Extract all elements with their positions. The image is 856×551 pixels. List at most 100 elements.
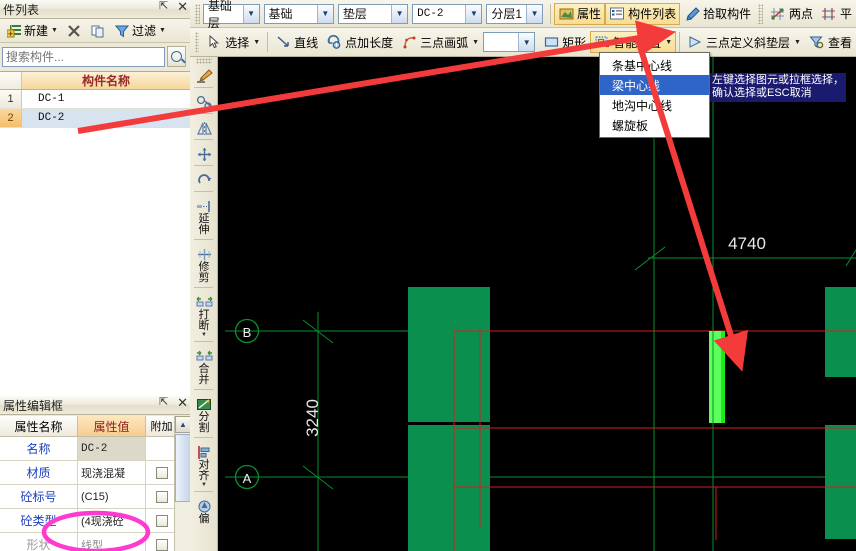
structure-select-value: 基础 [268,7,293,21]
property-row[interactable]: 形状 线型 [0,533,190,551]
application-window: 件列表 ✕ 新建 [0,0,856,551]
svg-text:A: A [243,471,252,486]
menu-item-beam-centerline[interactable]: 梁中心线 [600,75,709,95]
rectangle-tool[interactable]: 矩形 [539,31,590,53]
table-row[interactable]: 2 DC-2 [0,109,190,128]
chevron-down-icon[interactable]: ▼ [465,4,482,23]
chevron-down-icon[interactable]: ▼ [242,4,259,23]
property-value[interactable]: 线型 [78,533,146,551]
selected-beam-strip [709,331,725,423]
draw-mode-select[interactable]: ▼ [483,32,536,52]
component-select[interactable]: DC-2 ▼ [412,3,483,24]
menu-item-trench-centerline[interactable]: 地沟中心线 [600,95,709,115]
property-name: 名称 [0,437,78,460]
copy-component-button[interactable] [87,21,109,41]
menu-item-strip-footing-centerline[interactable]: 条基中心线 [600,55,709,75]
search-input[interactable] [2,46,165,67]
three-point-slope-button[interactable]: 三点定义斜垫层 ▼ [683,31,805,53]
separator [194,341,213,342]
drawing-canvas[interactable]: 4740 3240 B A [218,57,856,551]
property-value[interactable]: 现浇混凝 [78,461,146,484]
property-name: 形状 [0,533,78,551]
pick-component-button[interactable]: 拾取构件 [680,3,755,25]
checkbox[interactable] [155,538,168,551]
line-tool[interactable]: 直线 [271,31,322,53]
smart-layout-menu[interactable]: 条基中心线 梁中心线 地沟中心线 螺旋板 [599,52,710,138]
new-component-button[interactable]: 新建 ▼ [3,21,61,41]
cushion-select[interactable]: 垫层 ▼ [337,3,409,24]
component-list-button[interactable]: 构件列表 [605,2,681,25]
search-button[interactable] [167,46,186,67]
smart-layout-button[interactable]: 智能布置 ▼ [590,31,677,53]
break-label: 打断 [198,309,210,332]
smart-layout-icon [594,34,610,50]
structure-select[interactable]: 基础 ▼ [263,3,334,24]
chevron-up-icon[interactable]: ▲ [175,416,190,433]
close-icon[interactable]: ✕ [177,1,188,14]
property-grid-header: 属性名称 属性值 附加 [0,416,190,437]
drag-grip-icon[interactable] [195,32,200,52]
separator [267,32,269,52]
trim-tool[interactable]: 修剪 [190,243,217,284]
cursor-icon [206,34,222,50]
break-tool[interactable]: 打断 ▼ [190,291,217,338]
pick-component-label: 拾取构件 [703,7,752,21]
chevron-down-icon[interactable]: ▼ [201,482,207,488]
chevron-down-icon[interactable]: ▼ [665,39,672,46]
select-tool[interactable]: 选择 ▼ [202,31,264,53]
chevron-down-icon[interactable]: ▼ [794,39,801,46]
checkbox[interactable] [155,466,168,479]
filter-button[interactable]: 过滤 ▼ [111,21,169,41]
eyedropper-icon [684,6,700,22]
scrollbar-thumb[interactable] [175,434,190,502]
align-tool[interactable]: 对齐 ▼ [190,441,217,488]
property-row[interactable]: 材质 现浇混凝 [0,461,190,485]
property-row[interactable]: 砼标号 (C15) [0,485,190,509]
property-value[interactable]: DC-2 [78,437,146,460]
pin-icon[interactable] [159,0,172,14]
align-label: 对齐 [198,459,210,482]
component-search-row [0,43,190,70]
property-value[interactable]: (4现浇砼 [78,509,146,532]
chevron-down-icon[interactable]: ▼ [316,4,333,23]
move-tool[interactable] [190,143,217,162]
property-grid-scrollbar[interactable]: ▲ [174,416,190,551]
extend-tool[interactable]: 延伸 [190,195,217,236]
chevron-down-icon[interactable]: ▼ [472,39,479,46]
rotate-icon [195,172,213,188]
chevron-down-icon[interactable]: ▼ [201,332,207,338]
menu-item-spiral-plate[interactable]: 螺旋板 [600,115,709,135]
paint-tool[interactable] [190,65,217,84]
drag-grip-icon[interactable] [195,58,212,64]
view-button[interactable]: 查看 [805,31,856,53]
chevron-down-icon[interactable]: ▼ [391,4,408,23]
layer-select[interactable]: 分层1 ▼ [486,3,544,24]
properties-button[interactable]: 属性 [554,2,606,25]
parallel-button[interactable]: 平 [817,3,856,25]
rotate-copy-tool[interactable] [190,91,217,110]
offset-tool[interactable]: 偏 [190,495,217,525]
split-tool[interactable]: 分割 [190,393,217,434]
close-icon[interactable]: ✕ [177,397,188,410]
property-value[interactable]: (C15) [78,485,146,508]
checkbox[interactable] [155,514,168,527]
point-length-tool[interactable]: 点加长度 [322,31,397,53]
rotate-tool[interactable] [190,169,217,188]
delete-component-button[interactable] [63,21,85,41]
mirror-tool[interactable] [190,117,217,136]
merge-tool[interactable]: 合并 [190,345,217,386]
checkbox[interactable] [155,490,168,503]
property-row[interactable]: 砼类型 (4现浇砼 [0,509,190,533]
chevron-down-icon[interactable]: ▼ [253,39,260,46]
drag-grip-icon[interactable] [758,3,763,24]
chevron-down-icon[interactable]: ▼ [518,33,535,51]
floor-select[interactable]: 基础层 ▼ [202,0,260,30]
property-row[interactable]: 名称 DC-2 [0,437,190,461]
drag-grip-icon[interactable] [195,3,200,24]
chevron-down-icon[interactable]: ▼ [526,4,543,23]
two-point-button[interactable]: 两点 [766,3,817,25]
table-row[interactable]: 1 DC-1 [0,90,190,109]
three-point-arc-tool[interactable]: 三点画弧 ▼ [397,31,483,53]
pin-icon[interactable] [159,395,172,410]
svg-text:B: B [243,325,252,340]
